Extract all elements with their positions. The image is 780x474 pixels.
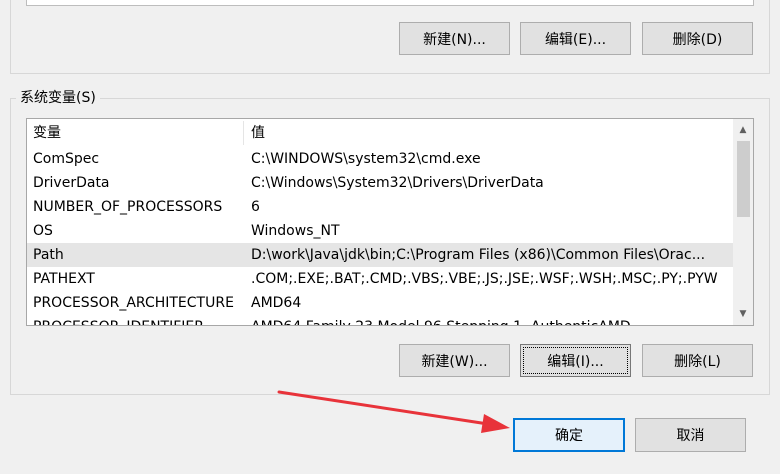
table-row[interactable]: NUMBER_OF_PROCESSORS 6: [27, 195, 734, 219]
system-variables-title: 系统变量(S): [16, 88, 100, 108]
table-row[interactable]: PROCESSOR_ARCHITECTURE AMD64: [27, 291, 734, 315]
row-value: 6: [251, 199, 260, 215]
scroll-up-arrow-icon[interactable]: ▲: [733, 121, 753, 139]
user-new-button[interactable]: 新建(N)...: [399, 22, 510, 55]
row-name: DriverData: [33, 175, 110, 191]
row-value: D:\work\Java\jdk\bin;C:\Program Files (x…: [251, 247, 706, 263]
system-new-button[interactable]: 新建(W)...: [399, 344, 510, 377]
row-name: PROCESSOR_ARCHITECTURE: [33, 295, 234, 311]
row-name: PATHEXT: [33, 271, 95, 287]
list-header: 变量 值: [27, 119, 734, 147]
table-row[interactable]: ComSpec C:\WINDOWS\system32\cmd.exe: [27, 147, 734, 171]
ok-button[interactable]: 确定: [513, 418, 625, 452]
column-header-name[interactable]: 变量: [27, 119, 243, 147]
row-value: .COM;.EXE;.BAT;.CMD;.VBS;.VBE;.JS;.JSE;.…: [251, 271, 718, 287]
row-name: Path: [33, 247, 64, 263]
table-row[interactable]: DriverData C:\Windows\System32\Drivers\D…: [27, 171, 734, 195]
cancel-button[interactable]: 取消: [635, 418, 746, 452]
row-value: C:\Windows\System32\Drivers\DriverData: [251, 175, 544, 191]
system-edit-button[interactable]: 编辑(I)...: [520, 344, 631, 377]
user-variables-list[interactable]: [26, 0, 754, 6]
vertical-scrollbar[interactable]: ▲ ▼: [733, 119, 753, 325]
user-delete-button[interactable]: 删除(D): [642, 22, 753, 55]
row-value: AMD64: [251, 295, 302, 311]
row-name: OS: [33, 223, 53, 239]
table-row-selected[interactable]: Path D:\work\Java\jdk\bin;C:\Program Fil…: [27, 243, 734, 267]
scroll-down-arrow-icon[interactable]: ▼: [733, 305, 753, 323]
column-divider[interactable]: [243, 121, 244, 145]
table-row[interactable]: PROCESSOR_IDENTIFIER AMD64 Family 23 Mod…: [27, 315, 734, 325]
row-name: NUMBER_OF_PROCESSORS: [33, 199, 223, 215]
row-name: PROCESSOR_IDENTIFIER: [27, 315, 243, 325]
row-value: AMD64 Family 23 Model 96 Stepping 1, Aut…: [245, 315, 734, 325]
table-row[interactable]: PATHEXT .COM;.EXE;.BAT;.CMD;.VBS;.VBE;.J…: [27, 267, 734, 291]
row-name: ComSpec: [33, 151, 100, 167]
user-edit-button[interactable]: 编辑(E)...: [520, 22, 631, 55]
row-value: Windows_NT: [251, 223, 340, 239]
system-variables-list[interactable]: 变量 值 ComSpec C:\WINDOWS\system32\cmd.exe…: [26, 118, 754, 326]
scrollbar-thumb[interactable]: [737, 141, 750, 217]
table-row[interactable]: OS Windows_NT: [27, 219, 734, 243]
row-value: C:\WINDOWS\system32\cmd.exe: [251, 151, 481, 167]
system-delete-button[interactable]: 删除(L): [642, 344, 753, 377]
column-header-value[interactable]: 值: [245, 119, 725, 147]
